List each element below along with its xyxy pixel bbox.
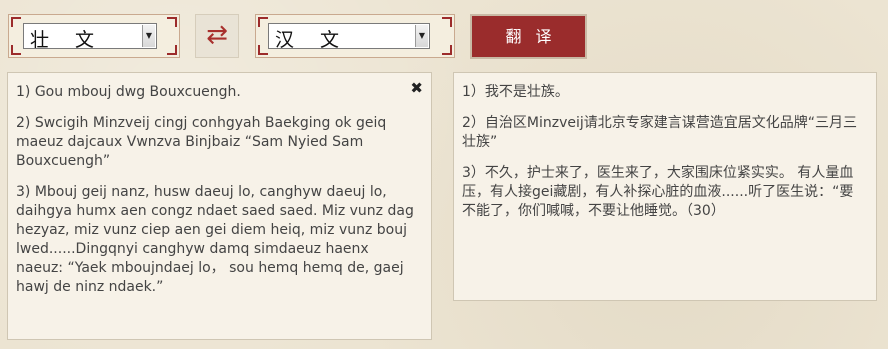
corner-ornament <box>442 45 452 55</box>
swap-languages-button[interactable]: ⇄ <box>195 14 239 58</box>
target-language-select[interactable]: 汉 文 ▼ <box>268 23 430 51</box>
corner-ornament <box>167 17 177 27</box>
corner-ornament <box>442 17 452 27</box>
corner-ornament <box>11 45 21 55</box>
target-language-box: 汉 文 ▼ <box>255 14 455 58</box>
translation-paragraph: 1）我不是壮族。 <box>462 84 569 100</box>
corner-ornament <box>11 17 21 27</box>
translation-output: 1）我不是壮族。 2）自治区Minzveij请北京专家建言谋营造宜居文化品牌“三… <box>453 72 877 301</box>
target-language-value: 汉 文 <box>275 29 350 51</box>
corner-ornament <box>167 45 177 55</box>
swap-icon: ⇄ <box>206 20 228 50</box>
corner-ornament <box>258 17 268 27</box>
source-language-select[interactable]: 壮 文 ▼ <box>23 23 157 51</box>
translate-button[interactable]: 翻译 <box>470 14 587 59</box>
translation-paragraph: 2）自治区Minzveij请北京专家建言谋营造宜居文化品牌“三月三壮族” <box>462 115 858 150</box>
source-paragraph: 3) Mbouj geij nanz, husw daeuj lo, cangh… <box>16 184 414 295</box>
chevron-down-icon[interactable]: ▼ <box>142 25 155 47</box>
translation-paragraph: 3）不久，护士来了，医生来了，大家围床位紧实实。 有人量血压，有人接gei藏剧，… <box>462 165 854 219</box>
chevron-down-icon[interactable]: ▼ <box>415 25 428 47</box>
close-icon[interactable]: ✖ <box>410 79 423 98</box>
source-text-input[interactable]: ✖ 1) Gou mbouj dwg Bouxcuengh. 2) Swcigi… <box>7 72 432 340</box>
corner-ornament <box>258 45 268 55</box>
source-language-box: 壮 文 ▼ <box>8 14 180 58</box>
source-paragraph: 2) Swcigih Minzveij cingj conhgyah Baekg… <box>16 115 387 169</box>
source-paragraph: 1) Gou mbouj dwg Bouxcuengh. <box>16 84 241 100</box>
source-language-value: 壮 文 <box>30 29 105 51</box>
